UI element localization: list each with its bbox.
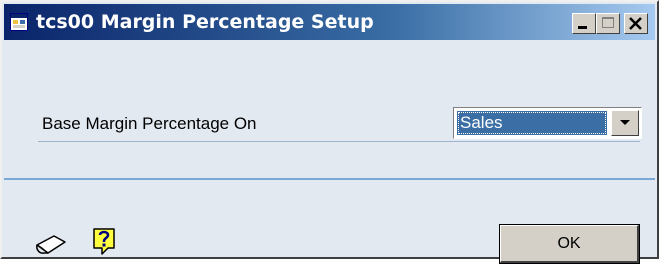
footer-separator	[4, 178, 655, 180]
field-underline	[38, 141, 640, 142]
ok-button-label: OK	[500, 225, 639, 263]
dialog-content: Base Margin Percentage On Sales OK	[4, 40, 655, 264]
note-icon[interactable]	[34, 233, 68, 262]
base-margin-label: Base Margin Percentage On	[42, 114, 257, 133]
help-icon[interactable]	[92, 227, 118, 262]
base-margin-selected-value[interactable]: Sales	[457, 111, 607, 135]
dropdown-arrow-button[interactable]	[611, 110, 639, 136]
base-margin-dropdown[interactable]: Sales	[453, 107, 642, 139]
title-bar[interactable]: tcs00 Margin Percentage Setup	[4, 4, 655, 40]
minimize-button[interactable]	[572, 13, 596, 34]
maximize-button[interactable]	[596, 13, 620, 34]
dialog-window: tcs00 Margin Percentage Setup Base Margi…	[0, 0, 659, 264]
window-title: tcs00 Margin Percentage Setup	[36, 11, 374, 33]
chevron-down-icon	[620, 120, 630, 125]
minimize-icon	[578, 26, 587, 29]
close-icon	[629, 17, 642, 30]
window-app-icon	[10, 13, 28, 31]
maximize-icon	[602, 17, 614, 28]
close-button[interactable]	[624, 13, 648, 34]
ok-button[interactable]: OK	[499, 224, 640, 264]
